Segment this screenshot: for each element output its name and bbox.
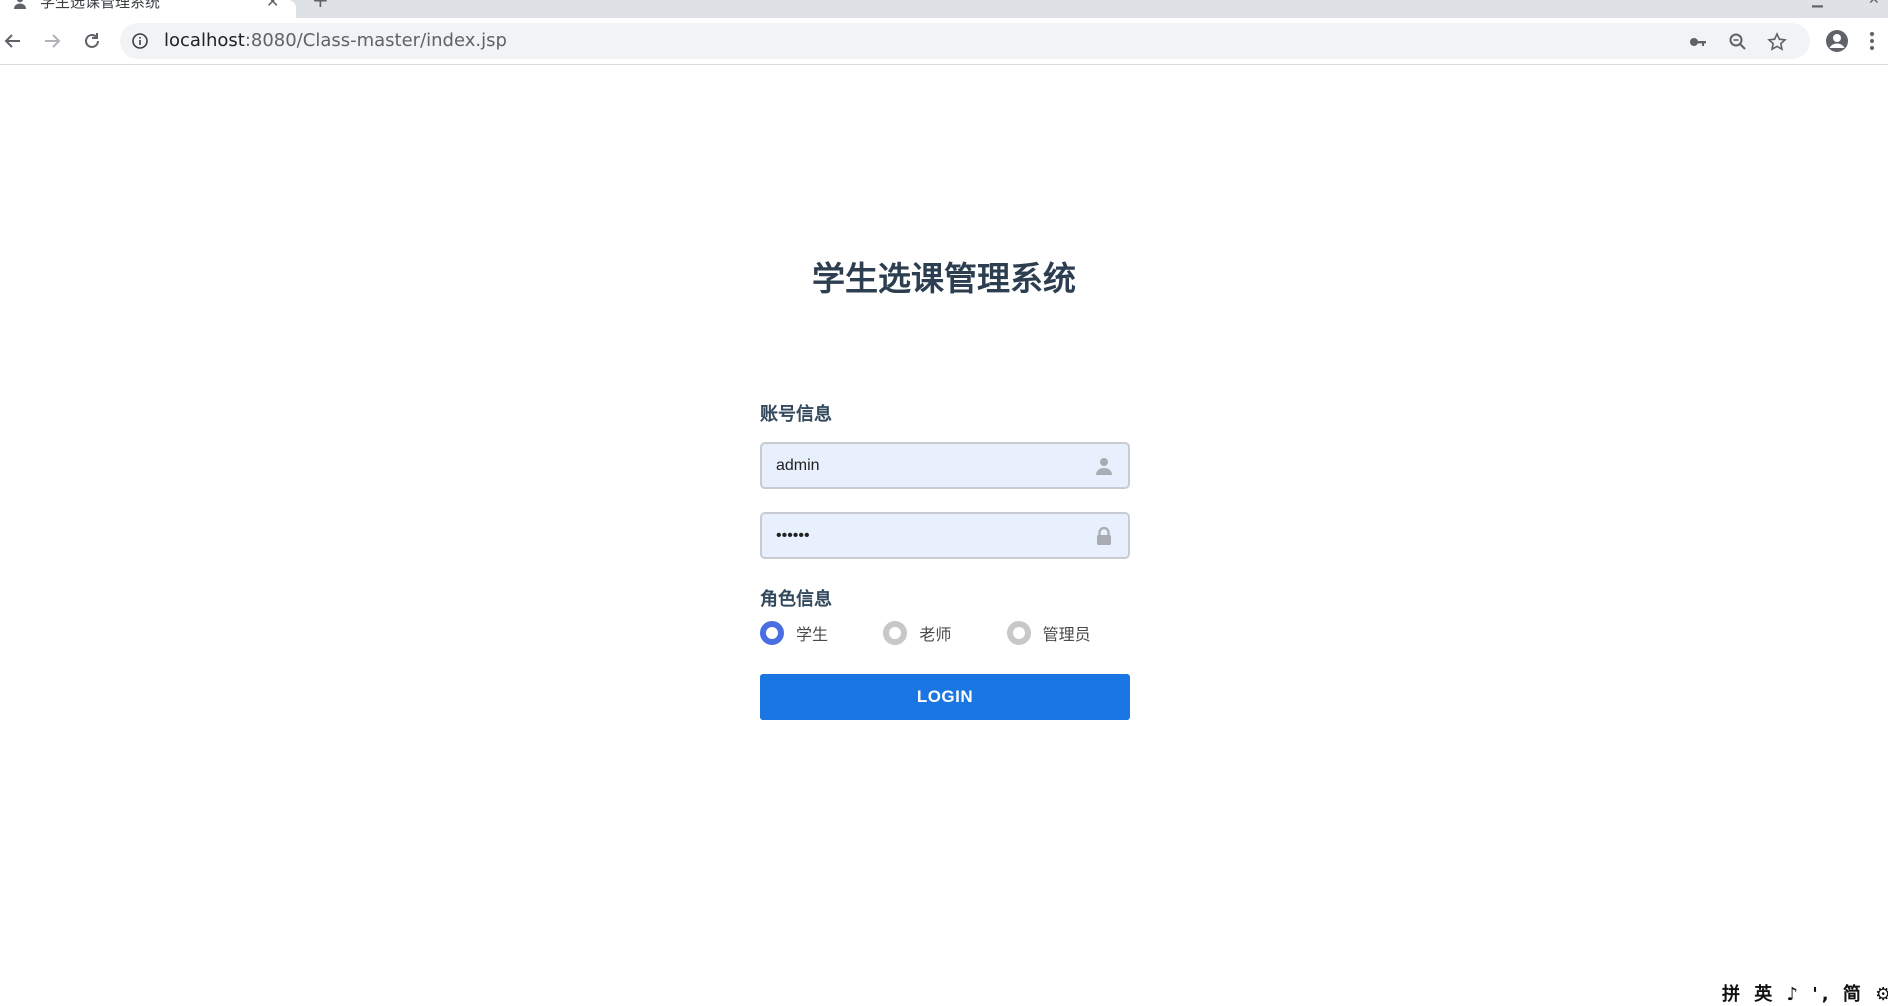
role-option-teacher[interactable]: 老师 xyxy=(883,621,1006,645)
forward-arrow-icon xyxy=(45,34,61,48)
more-vert-icon xyxy=(1870,32,1874,50)
lock-icon xyxy=(1097,526,1111,545)
login-button[interactable]: LOGIN xyxy=(760,674,1130,720)
login-form: 账号信息 角色信息 学生 老师 管理员 LOGIN xyxy=(760,400,1130,720)
new-tab-icon[interactable]: + xyxy=(312,0,329,10)
tab-strip: 学生选课管理系统 ✕ + ▁ ✕ xyxy=(0,0,1888,18)
url-path: :8080/Class-master/index.jsp xyxy=(244,30,507,51)
url-host: localhost xyxy=(164,30,245,51)
close-window-icon[interactable]: ✕ xyxy=(1868,0,1880,8)
role-label-teacher: 老师 xyxy=(919,625,952,644)
page-title: 学生选课管理系统 xyxy=(812,259,1076,298)
radio-admin[interactable] xyxy=(1006,621,1031,645)
account-section-label: 账号信息 xyxy=(760,404,832,425)
username-field[interactable] xyxy=(760,442,1130,489)
role-option-admin[interactable]: 管理员 xyxy=(1006,621,1130,645)
user-icon xyxy=(14,0,26,9)
back-arrow-icon xyxy=(4,34,20,48)
radio-teacher[interactable] xyxy=(883,621,908,645)
password-key-icon xyxy=(1690,38,1706,46)
profile-button[interactable] xyxy=(1824,28,1850,54)
password-field[interactable] xyxy=(760,512,1130,559)
password-input[interactable] xyxy=(776,514,1076,557)
username-input[interactable] xyxy=(776,444,1076,487)
bookmark-star-icon[interactable] xyxy=(1766,31,1788,53)
info-icon[interactable] xyxy=(132,33,148,49)
user-icon xyxy=(1096,458,1112,475)
menu-button[interactable] xyxy=(1864,28,1880,54)
forward-button[interactable] xyxy=(39,28,65,54)
url-text[interactable]: localhost:8080/Class-master/index.jsp xyxy=(164,31,507,51)
role-label-admin: 管理员 xyxy=(1042,625,1091,644)
key-icon[interactable] xyxy=(1687,31,1709,53)
zoom-out-icon xyxy=(1729,33,1746,50)
role-label-student: 学生 xyxy=(796,625,829,644)
reload-button[interactable] xyxy=(79,28,105,54)
back-button[interactable] xyxy=(0,28,26,54)
tab-close-icon[interactable]: ✕ xyxy=(266,0,279,10)
role-option-student[interactable]: 学生 xyxy=(760,621,883,645)
ime-toolbar[interactable]: 拼 英 ♪ ', 简 ⚙ xyxy=(1722,980,1888,1005)
minimize-icon[interactable]: ▁ xyxy=(1812,0,1823,8)
browser-tab[interactable]: 学生选课管理系统 ✕ xyxy=(0,0,296,18)
zoom-icon[interactable] xyxy=(1727,31,1749,53)
browser-toolbar: localhost:8080/Class-master/index.jsp xyxy=(0,18,1888,65)
radio-student[interactable] xyxy=(760,621,784,645)
role-radio-group: 学生 老师 管理员 xyxy=(760,621,1130,645)
tab-title: 学生选课管理系统 xyxy=(40,0,161,11)
reload-icon xyxy=(85,33,99,48)
address-bar[interactable]: localhost:8080/Class-master/index.jsp xyxy=(120,23,1810,59)
account-circle-icon xyxy=(1826,30,1848,52)
role-section-label: 角色信息 xyxy=(760,589,832,610)
star-icon xyxy=(1767,32,1787,51)
